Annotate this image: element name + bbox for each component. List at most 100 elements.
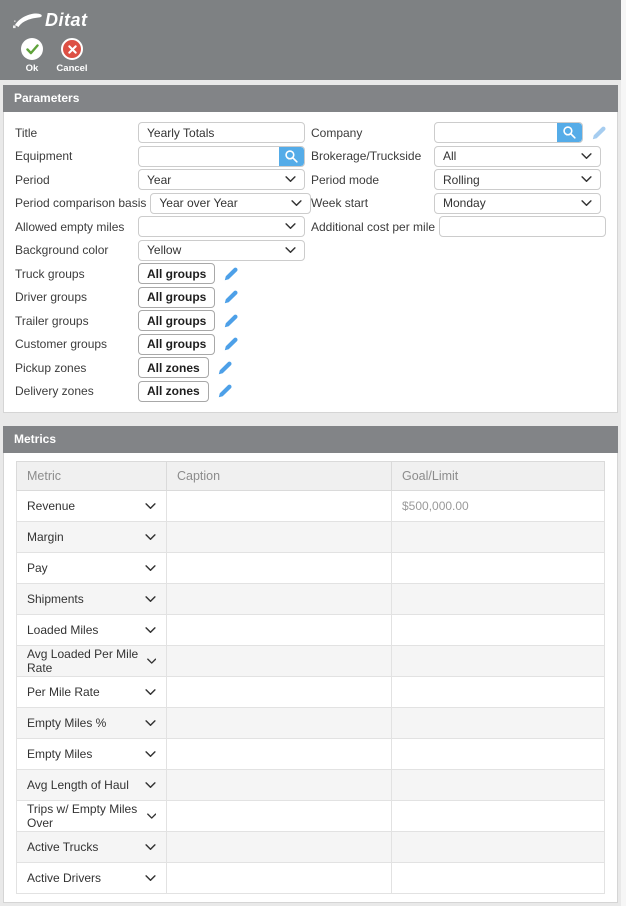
table-row: Avg Loaded Per Mile Rate (17, 646, 605, 677)
column-header-metric: Metric (17, 462, 167, 491)
parameters-right-column: CompanyBrokerage/TrucksideAllPeriod mode… (311, 122, 607, 404)
active-drivers-metric-select[interactable]: Active Drivers (27, 871, 156, 885)
background-color-select[interactable]: Yellow (138, 240, 305, 261)
revenue-metric-select[interactable]: Revenue (27, 499, 156, 513)
period-label: Period (15, 173, 138, 187)
goal-cell[interactable] (392, 708, 605, 739)
form-row: PeriodYear (15, 169, 311, 190)
equipment-input[interactable] (138, 146, 305, 167)
caption-cell[interactable] (167, 832, 392, 863)
goal-cell[interactable] (392, 739, 605, 770)
customer-groups-edit-button[interactable] (223, 336, 239, 352)
loaded-miles-metric-select[interactable]: Loaded Miles (27, 623, 156, 637)
trips-w-empty-miles-over-metric-select[interactable]: Trips w/ Empty Miles Over (27, 802, 156, 830)
edit-pencil-icon (223, 313, 239, 329)
chevron-down-icon (291, 200, 302, 207)
company-input[interactable] (434, 122, 583, 143)
edit-pencil-icon (223, 336, 239, 352)
goal-cell[interactable] (392, 615, 605, 646)
ditat-logo-swoosh-icon (12, 9, 44, 31)
ok-label: Ok (26, 63, 39, 74)
metric-cell: Pay (17, 553, 167, 584)
chevron-down-icon (147, 813, 156, 820)
truck-groups-edit-button[interactable] (223, 266, 239, 282)
period-mode-select[interactable]: Rolling (434, 169, 601, 190)
metric-cell: Active Drivers (17, 863, 167, 894)
goal-cell[interactable] (392, 553, 605, 584)
per-mile-rate-metric-select[interactable]: Per Mile Rate (27, 685, 156, 699)
pickup-zones-badge[interactable]: All zones (138, 357, 209, 378)
trailer-groups-label: Trailer groups (15, 314, 138, 328)
trailer-groups-edit-button[interactable] (223, 313, 239, 329)
company-search-button[interactable] (557, 123, 582, 142)
chevron-down-icon (145, 875, 156, 882)
shipments-metric-select[interactable]: Shipments (27, 592, 156, 606)
goal-cell[interactable] (392, 863, 605, 894)
avg-loaded-per-mile-rate-metric-select[interactable]: Avg Loaded Per Mile Rate (27, 647, 156, 675)
customer-groups-badge[interactable]: All groups (138, 334, 215, 355)
period-select[interactable]: Year (138, 169, 305, 190)
chevron-down-icon (145, 720, 156, 727)
caption-cell[interactable] (167, 646, 392, 677)
chevron-down-icon (145, 751, 156, 758)
table-row: Loaded Miles (17, 615, 605, 646)
goal-cell[interactable] (392, 832, 605, 863)
pay-metric-select[interactable]: Pay (27, 561, 156, 575)
form-row: Driver groupsAll groups (15, 287, 311, 308)
delivery-zones-edit-button[interactable] (217, 383, 233, 399)
additional-cost-per-mile-input[interactable] (439, 216, 606, 237)
empty-miles-metric-select[interactable]: Empty Miles (27, 747, 156, 761)
goal-cell[interactable] (392, 584, 605, 615)
metrics-header-row: MetricCaptionGoal/Limit (17, 462, 605, 491)
caption-cell[interactable] (167, 491, 392, 522)
customer-groups-label: Customer groups (15, 337, 138, 351)
week-start-select[interactable]: Monday (434, 193, 601, 214)
truck-groups-badge[interactable]: All groups (138, 263, 215, 284)
empty-miles-metric-select[interactable]: Empty Miles % (27, 716, 156, 730)
caption-cell[interactable] (167, 522, 392, 553)
equipment-search-button[interactable] (279, 147, 304, 166)
caption-cell[interactable] (167, 770, 392, 801)
goal-cell[interactable] (392, 677, 605, 708)
goal-cell[interactable] (392, 522, 605, 553)
brokerage-truckside-select[interactable]: All (434, 146, 601, 167)
period-comparison-basis-select[interactable]: Year over Year (150, 193, 311, 214)
caption-cell[interactable] (167, 801, 392, 832)
trailer-groups-badge[interactable]: All groups (138, 310, 215, 331)
cancel-button[interactable]: Cancel (52, 38, 92, 74)
metric-cell: Revenue (17, 491, 167, 522)
parameters-section-header: Parameters (3, 85, 618, 112)
company-edit-button[interactable] (591, 125, 607, 141)
title-input[interactable]: Yearly Totals (138, 122, 305, 143)
caption-cell[interactable] (167, 863, 392, 894)
caption-cell[interactable] (167, 708, 392, 739)
form-row: Week startMonday (311, 193, 607, 214)
caption-cell[interactable] (167, 739, 392, 770)
ok-button[interactable]: Ok (12, 38, 52, 74)
caption-cell[interactable] (167, 584, 392, 615)
form-row: Delivery zonesAll zones (15, 381, 311, 402)
allowed-empty-miles-select[interactable] (138, 216, 305, 237)
driver-groups-edit-button[interactable] (223, 289, 239, 305)
edit-pencil-icon (223, 266, 239, 282)
caption-cell[interactable] (167, 615, 392, 646)
chevron-down-icon (145, 534, 156, 541)
table-row: Per Mile Rate (17, 677, 605, 708)
goal-cell[interactable] (392, 770, 605, 801)
delivery-zones-badge[interactable]: All zones (138, 381, 209, 402)
metric-cell: Avg Length of Haul (17, 770, 167, 801)
pickup-zones-edit-button[interactable] (217, 360, 233, 376)
caption-cell[interactable] (167, 553, 392, 584)
metric-cell: Active Trucks (17, 832, 167, 863)
margin-metric-select[interactable]: Margin (27, 530, 156, 544)
caption-cell[interactable] (167, 677, 392, 708)
active-trucks-metric-select[interactable]: Active Trucks (27, 840, 156, 854)
edit-pencil-icon (217, 360, 233, 376)
ditat-logo: Ditat (12, 9, 626, 31)
goal-cell[interactable] (392, 801, 605, 832)
driver-groups-badge[interactable]: All groups (138, 287, 215, 308)
goal-cell[interactable]: $500,000.00 (392, 491, 605, 522)
avg-length-of-haul-metric-select[interactable]: Avg Length of Haul (27, 778, 156, 792)
scrollbar-track[interactable] (621, 0, 626, 906)
goal-cell[interactable] (392, 646, 605, 677)
